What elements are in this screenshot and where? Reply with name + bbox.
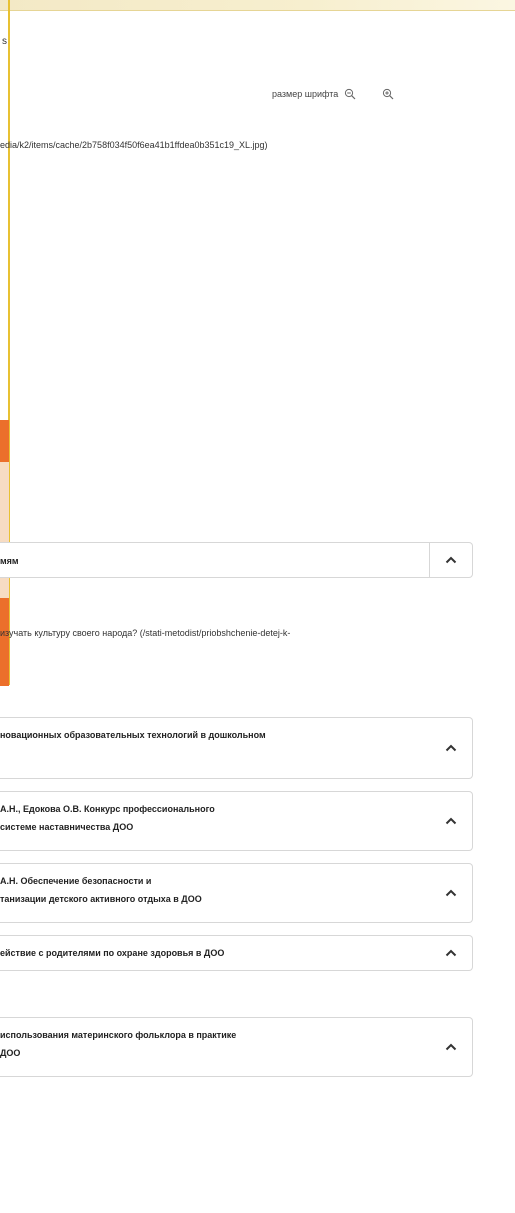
sidebar-tab-accent[interactable] (0, 420, 9, 462)
chevron-up-icon[interactable] (430, 718, 472, 778)
chevron-up-icon[interactable] (429, 543, 472, 577)
item-text: А.Н., Едокова О.В. Конкурс профессиональ… (0, 804, 215, 832)
font-size-label: размер шрифта (272, 89, 339, 99)
section-title: мям (0, 556, 19, 566)
list-item[interactable]: А.Н., Едокова О.В. Конкурс профессиональ… (0, 791, 473, 851)
list-item[interactable]: новационных образовательных технологий в… (0, 717, 473, 779)
list-item[interactable]: А.Н. Обеспечение безопасности и танизации… (0, 863, 473, 923)
article-link-text[interactable]: изучать культуру своего народа? (/stati-… (0, 628, 290, 638)
list-item[interactable]: ействие с родителями по охране здоровья … (0, 935, 473, 971)
section-header[interactable]: мям (0, 542, 473, 578)
zoom-out-icon[interactable] (343, 87, 357, 101)
chevron-up-icon[interactable] (430, 1018, 472, 1076)
item-text: ействие с родителями по охране здоровья … (0, 948, 225, 958)
item-text: использования материнского фольклора в п… (0, 1030, 237, 1058)
breadcrumb: s (2, 36, 7, 47)
image-link[interactable]: edia/k2/items/cache/2b758f034f50f6ea41b1… (0, 140, 268, 150)
chevron-up-icon[interactable] (430, 792, 472, 850)
sidebar-tab-accent-bottom[interactable] (0, 598, 9, 686)
font-size-controls: размер шрифта (272, 86, 395, 102)
list-item[interactable]: использования материнского фольклора в п… (0, 1017, 473, 1077)
top-strip (0, 0, 515, 11)
chevron-up-icon[interactable] (430, 864, 472, 922)
item-text: новационных образовательных технологий в… (0, 730, 266, 740)
item-text: А.Н. Обеспечение безопасности и танизации… (0, 876, 202, 904)
chevron-up-icon[interactable] (430, 936, 472, 970)
zoom-in-icon[interactable] (381, 87, 395, 101)
